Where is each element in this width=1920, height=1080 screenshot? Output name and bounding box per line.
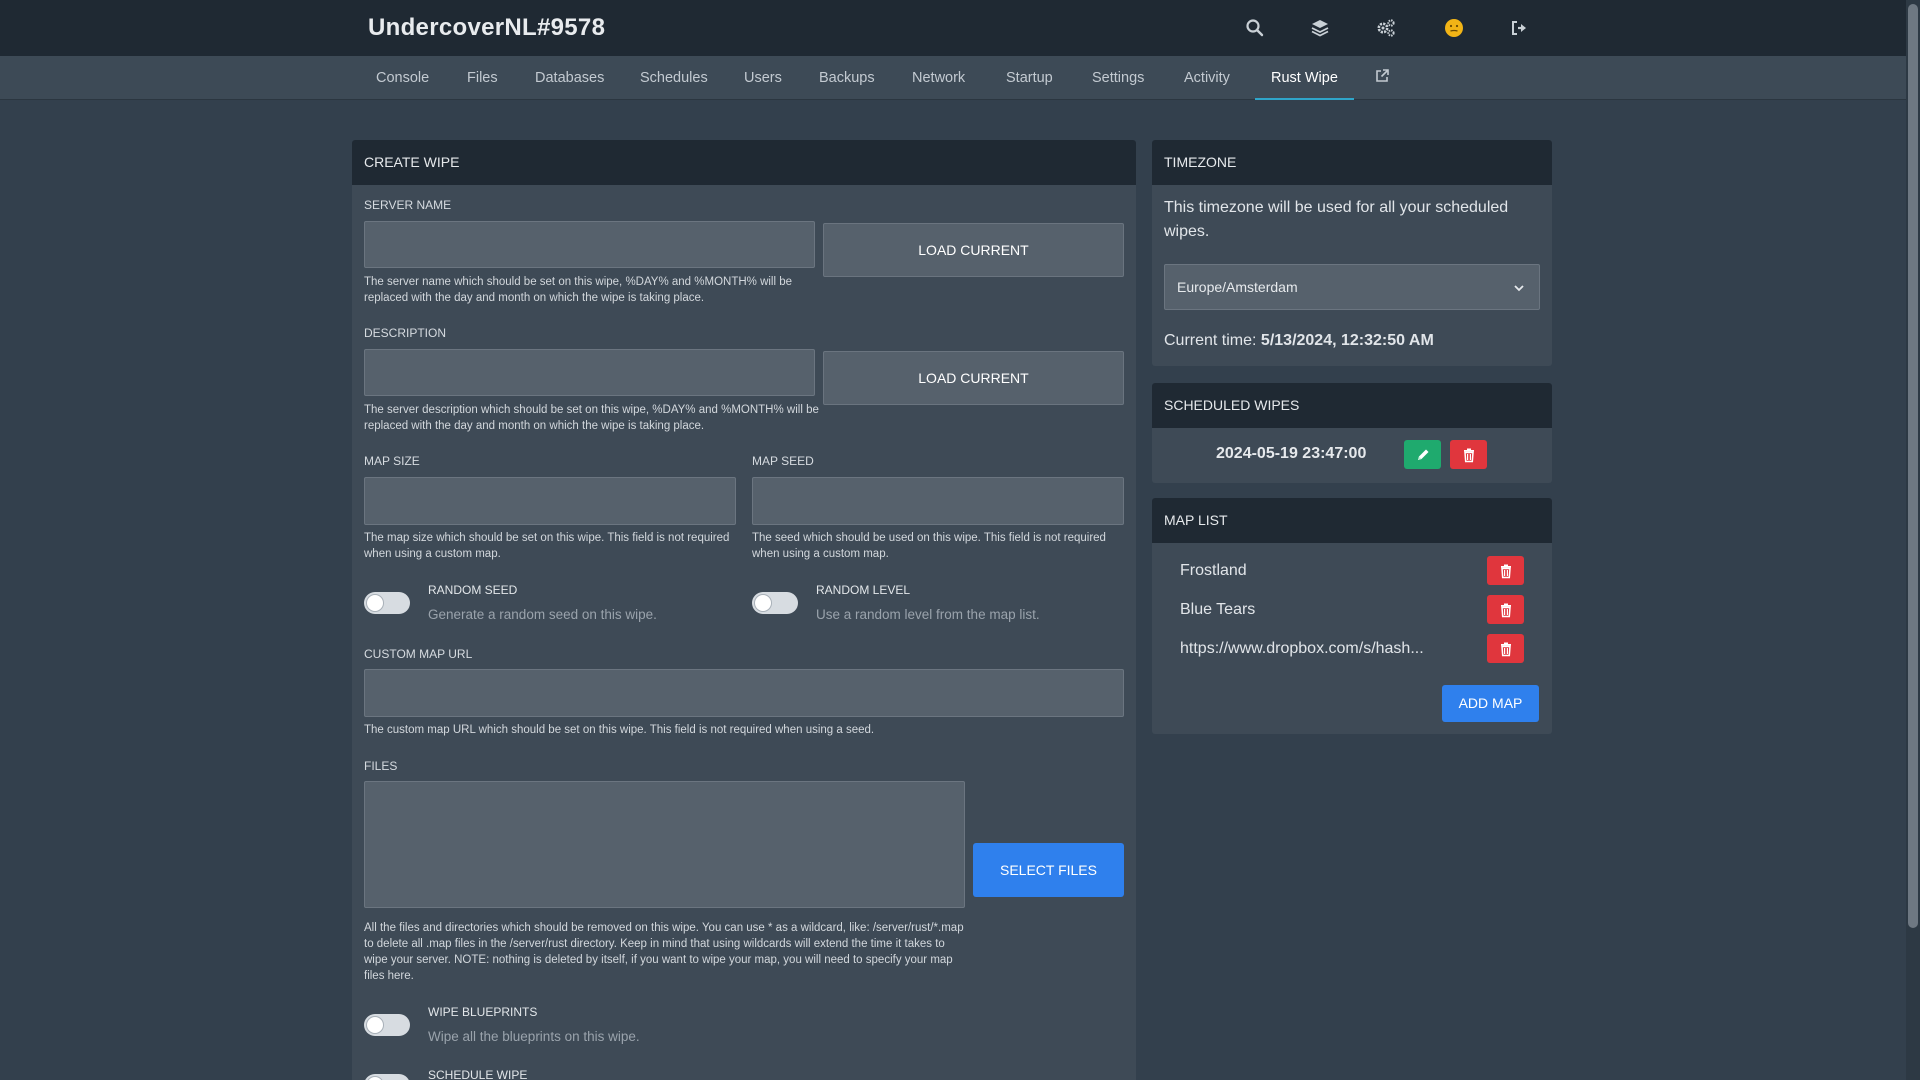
tab-settings[interactable]: Settings — [1092, 56, 1144, 100]
timezone-selected-value: Europe/Amsterdam — [1177, 279, 1298, 295]
custom-map-url-help: The custom map URL which should be set o… — [364, 724, 875, 736]
create-wipe-title: CREATE WIPE — [352, 140, 1136, 185]
description-input[interactable] — [364, 349, 815, 396]
current-time: Current time: 5/13/2024, 12:32:50 AM — [1164, 332, 1434, 350]
cogs-icon[interactable] — [1373, 15, 1399, 41]
tab-files[interactable]: Files — [467, 56, 498, 100]
map-item-name: Blue Tears — [1180, 601, 1256, 618]
server-name-input[interactable] — [364, 221, 815, 268]
map-seed-help: The seed which should be used on this wi… — [752, 532, 1106, 560]
timezone-select[interactable]: Europe/Amsterdam — [1164, 264, 1540, 310]
layers-icon[interactable] — [1307, 15, 1333, 41]
files-textarea[interactable] — [364, 781, 965, 908]
map-seed-label: MAP SEED — [752, 454, 814, 468]
random-seed-title: RANDOM SEED — [428, 583, 518, 597]
description-label: DESCRIPTION — [364, 326, 447, 340]
trash-icon — [1500, 564, 1511, 578]
select-files-button[interactable]: SELECT FILES — [973, 843, 1124, 897]
wipe-blueprints-desc: Wipe all the blueprints on this wipe. — [428, 1029, 640, 1044]
edit-wipe-button[interactable] — [1404, 440, 1441, 469]
random-level-toggle[interactable] — [752, 592, 798, 614]
tab-console[interactable]: Console — [376, 56, 429, 100]
timezone-title: TIMEZONE — [1152, 140, 1552, 185]
load-current-description-button[interactable]: LOAD CURRENT — [823, 351, 1124, 405]
tab-databases[interactable]: Databases — [535, 56, 604, 100]
tab-activity[interactable]: Activity — [1184, 56, 1230, 100]
logout-icon[interactable] — [1506, 15, 1532, 41]
map-list-title: MAP LIST — [1152, 498, 1552, 543]
map-seed-input[interactable] — [752, 477, 1124, 525]
page-scrollbar[interactable] — [1906, 0, 1920, 1080]
map-size-input[interactable] — [364, 477, 736, 525]
trash-icon — [1500, 642, 1511, 656]
top-bar: UndercoverNL#9578 — [0, 0, 1920, 56]
map-size-help: The map size which should be set on this… — [364, 532, 730, 560]
wipe-blueprints-title: WIPE BLUEPRINTS — [428, 1005, 538, 1019]
delete-map-button[interactable] — [1487, 556, 1524, 585]
delete-map-button[interactable] — [1487, 634, 1524, 663]
tab-network[interactable]: Network — [912, 56, 965, 100]
load-current-name-button[interactable]: LOAD CURRENT — [823, 223, 1124, 277]
scheduled-wipe-datetime[interactable]: 2024-05-19 23:47:00 — [1216, 445, 1366, 463]
delete-wipe-button[interactable] — [1450, 440, 1487, 469]
map-size-label: MAP SIZE — [364, 454, 420, 468]
server-name-help: The server name which should be set on t… — [364, 276, 793, 304]
trash-icon — [1500, 603, 1511, 617]
chevron-down-icon — [1514, 285, 1524, 292]
external-link-icon[interactable] — [1374, 68, 1390, 88]
scheduled-wipes-title: SCHEDULED WIPES — [1152, 383, 1552, 428]
schedule-wipe-toggle[interactable] — [364, 1074, 410, 1080]
random-seed-toggle[interactable] — [364, 592, 410, 614]
timezone-text: This timezone will be used for all your … — [1164, 199, 1509, 240]
server-name-label: SERVER NAME — [364, 198, 452, 212]
schedule-wipe-title: SCHEDULE WIPE — [428, 1068, 528, 1080]
random-seed-desc: Generate a random seed on this wipe. — [428, 607, 657, 622]
custom-map-url-label: CUSTOM MAP URL — [364, 647, 473, 661]
server-title[interactable]: UndercoverNL#9578 — [368, 14, 605, 42]
search-icon[interactable] — [1242, 15, 1268, 41]
map-item-name: https://www.dropbox.com/s/hash... — [1180, 640, 1424, 657]
scrollbar-thumb[interactable] — [1908, 4, 1918, 928]
server-nav: Console Files Databases Schedules Users … — [0, 56, 1920, 100]
tab-startup[interactable]: Startup — [1006, 56, 1053, 100]
random-level-desc: Use a random level from the map list. — [816, 607, 1040, 622]
pencil-icon — [1417, 449, 1428, 460]
custom-map-url-input[interactable] — [364, 669, 1124, 717]
description-help: The server description which should be s… — [364, 404, 819, 432]
tab-backups[interactable]: Backups — [819, 56, 875, 100]
files-label: FILES — [364, 759, 398, 773]
add-map-button[interactable]: ADD MAP — [1442, 685, 1539, 722]
delete-map-button[interactable] — [1487, 595, 1524, 624]
tab-users[interactable]: Users — [744, 56, 782, 100]
current-time-label: Current time: — [1164, 332, 1257, 349]
wipe-blueprints-toggle[interactable] — [364, 1014, 410, 1036]
random-level-title: RANDOM LEVEL — [816, 583, 911, 597]
trash-icon — [1463, 448, 1474, 462]
scheduled-wipes-panel: SCHEDULED WIPES — [1152, 383, 1552, 483]
avatar-icon[interactable] — [1441, 15, 1467, 41]
tab-schedules[interactable]: Schedules — [640, 56, 708, 100]
files-help: All the files and directories which shou… — [364, 922, 964, 982]
current-time-value: 5/13/2024, 12:32:50 AM — [1260, 332, 1434, 349]
map-item-name: Frostland — [1180, 562, 1247, 579]
tab-rust-wipe[interactable]: Rust Wipe — [1255, 56, 1354, 100]
